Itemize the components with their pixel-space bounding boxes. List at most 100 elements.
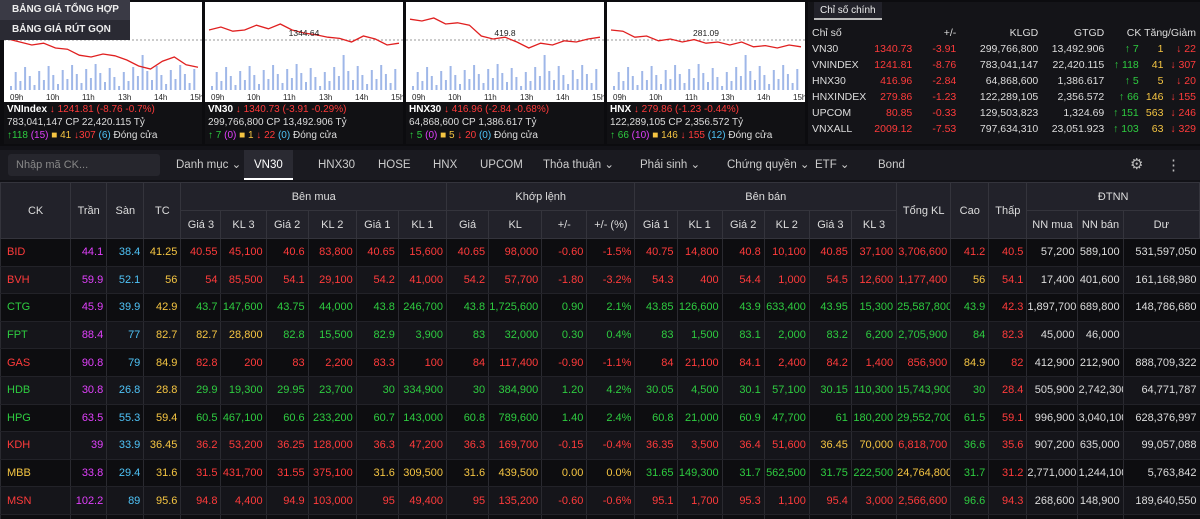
subheader-cell[interactable]: KL bbox=[488, 210, 543, 239]
stock-row[interactable]: BID 44.1 38.4 41.25 40.55 45,100 40.6 83,800 40.… bbox=[0, 238, 1200, 267]
subheader-cell[interactable]: +/- bbox=[541, 210, 588, 239]
decline-count: ↓307 bbox=[74, 130, 96, 141]
index-row[interactable]: UPCOM 80.85 -0.33 129,503,823 1,324.69 ↑ 151 5… bbox=[808, 105, 1200, 121]
tab-vn30[interactable]: VN30 bbox=[244, 150, 293, 180]
header-low[interactable]: Thấp bbox=[988, 182, 1028, 239]
header-floor[interactable]: Sàn bbox=[106, 182, 145, 239]
index-row[interactable]: VN30 1340.73 -3.91 299,766,800 13,492.906 ↑ 7… bbox=[808, 41, 1200, 57]
chart-1[interactable]: 1344.64 09h 10h 11h 13h 14h 15h VN30 ↓ 1340.73 … bbox=[205, 2, 403, 144]
more-options-icon[interactable]: ⋮ bbox=[1166, 156, 1181, 174]
stock-search-input[interactable]: Nhập mã CK... bbox=[8, 154, 160, 176]
settings-gear-icon[interactable]: ⚙ bbox=[1130, 157, 1146, 173]
stock-row[interactable]: HDB 30.8 26.8 28.8 29.9 19,300 29.95 23,700 30 33… bbox=[0, 376, 1200, 405]
tab-hnx30[interactable]: HNX30 bbox=[318, 150, 355, 180]
subheader-cell[interactable]: Giá 2 bbox=[721, 210, 765, 239]
stock-symbol[interactable]: MBB bbox=[0, 459, 71, 488]
stock-cell: 12,600 bbox=[850, 266, 897, 295]
stock-symbol[interactable]: BID bbox=[0, 238, 71, 267]
volume-bar bbox=[562, 75, 565, 90]
index-panel-title[interactable]: Chỉ số chính bbox=[814, 2, 882, 20]
subheader-cell[interactable]: NN bán bbox=[1077, 210, 1124, 239]
time-tick: 14h bbox=[154, 93, 167, 102]
subheader-cell[interactable]: Dư bbox=[1122, 210, 1200, 239]
stock-cell: 140.1 bbox=[265, 514, 309, 519]
tab-phái-sinh[interactable]: Phái sinh ⌄ bbox=[640, 150, 700, 180]
menu-item-compact-board[interactable]: BẢNG GIÁ RÚT GỌN bbox=[0, 20, 130, 40]
volume-bar bbox=[515, 77, 518, 90]
subheader-cell[interactable]: KL 2 bbox=[763, 210, 810, 239]
index-row[interactable]: VNXALL 2009.12 -7.53 797,634,310 23,051.923 ↑… bbox=[808, 121, 1200, 137]
subheader-cell[interactable]: KL 3 bbox=[220, 210, 267, 239]
volume-bar bbox=[366, 84, 369, 90]
index-row[interactable]: VNINDEX 1241.81 -8.76 783,041,147 22,420.115… bbox=[808, 57, 1200, 73]
time-tick: 13h bbox=[520, 93, 533, 102]
subheader-cell[interactable]: Giá 1 bbox=[355, 210, 399, 239]
chart-index-name: VN30 bbox=[208, 104, 234, 115]
stock-symbol[interactable]: FPT bbox=[0, 321, 71, 350]
volume-bar bbox=[777, 79, 780, 90]
chart-plot: 281.09 09h 10h 11h 13h 14h 15h bbox=[607, 28, 805, 102]
stock-cell: 3,040,100 bbox=[1077, 404, 1124, 433]
index-cell: 416.96 bbox=[880, 75, 913, 87]
tab-danh-mục[interactable]: Danh mục ⌄ bbox=[176, 150, 241, 180]
menu-item-full-board[interactable]: BẢNG GIÁ TỔNG HỢP bbox=[0, 0, 130, 20]
stock-row[interactable]: FPT 88.4 77 82.7 82.7 28,800 82.8 15,500 82.9 3,9… bbox=[0, 321, 1200, 350]
stock-row[interactable]: GAS 90.8 79 84.9 82.8 200 83 2,200 83.3 100 84 117,… bbox=[0, 348, 1200, 377]
tab-chứng-quyền[interactable]: Chứng quyền ⌄ bbox=[727, 150, 810, 180]
stock-row[interactable]: CTG 45.9 39.9 42.9 43.7 147,600 43.75 44,000 43.… bbox=[0, 293, 1200, 322]
tab-hose[interactable]: HOSE bbox=[378, 150, 411, 180]
index-row[interactable]: HNX30 416.96 -2.84 64,868,600 1,386.617 ↑ 5 5 ↓… bbox=[808, 73, 1200, 89]
chart-3[interactable]: 281.09 09h 10h 11h 13h 14h 15h HNX ↓ 279.86 (-1… bbox=[607, 2, 805, 144]
subheader-cell[interactable]: KL 1 bbox=[676, 210, 723, 239]
stock-cell: 40.65 bbox=[355, 238, 399, 267]
stock-cell: 30 bbox=[355, 376, 399, 405]
stock-row[interactable]: HPG 63.5 55.3 59.4 60.5 467,100 60.6 233,200 60.… bbox=[0, 404, 1200, 433]
stock-symbol[interactable]: HDB bbox=[0, 376, 71, 405]
subheader-cell[interactable]: KL 2 bbox=[307, 210, 357, 239]
stock-cell: 98,000 bbox=[488, 238, 542, 267]
decline-count: ↓ 22 bbox=[256, 130, 276, 141]
subheader-cell[interactable]: Giá 2 bbox=[265, 210, 309, 239]
stock-symbol[interactable]: MWG bbox=[0, 514, 71, 519]
header-ck[interactable]: CK bbox=[0, 182, 72, 239]
subheader-cell[interactable]: Giá 1 bbox=[634, 210, 678, 239]
stock-cell: 0.30 bbox=[541, 321, 587, 350]
tab-bond[interactable]: Bond bbox=[878, 150, 905, 180]
header-ceiling[interactable]: Trần bbox=[70, 182, 108, 239]
stock-row[interactable]: MSN 102.2 89 95.6 94.8 4,400 94.9 103,000 95 49,4… bbox=[0, 486, 1200, 515]
tab-hnx[interactable]: HNX bbox=[433, 150, 457, 180]
stock-symbol[interactable]: MSN bbox=[0, 486, 71, 515]
time-tick: 09h bbox=[10, 93, 23, 102]
header-reference[interactable]: TC bbox=[143, 182, 182, 239]
subheader-cell[interactable]: KL 1 bbox=[397, 210, 448, 239]
subheader-cell[interactable]: NN mua bbox=[1026, 210, 1079, 239]
stock-symbol[interactable]: CTG bbox=[0, 293, 71, 322]
header-total-volume[interactable]: Tổng KL bbox=[896, 182, 952, 239]
tab-etf[interactable]: ETF ⌄ bbox=[815, 150, 850, 180]
stock-cell: 2.4% bbox=[586, 404, 635, 433]
subheader-cell[interactable]: KL 3 bbox=[850, 210, 898, 239]
subheader-cell[interactable]: Giá 3 bbox=[180, 210, 222, 239]
stock-row[interactable]: KDH 39 33.9 36.45 36.2 53,200 36.25 128,000 36.3… bbox=[0, 431, 1200, 460]
stock-row[interactable]: MBB 33.8 29.4 31.6 31.5 431,700 31.55 375,100 31… bbox=[0, 459, 1200, 488]
stock-symbol[interactable]: HPG bbox=[0, 404, 71, 433]
volume-bar bbox=[631, 76, 634, 90]
stock-symbol[interactable]: BVH bbox=[0, 266, 71, 295]
stock-row[interactable]: MWG151.9132.114214025,700140.1400140.247… bbox=[0, 514, 1200, 519]
index-table: Chỉ số +/- KLGD GTGD CK Tăng/Giảm VN30 13… bbox=[808, 24, 1200, 137]
index-cell: 1 bbox=[1157, 43, 1164, 55]
tab-thỏa-thuận[interactable]: Thỏa thuận ⌄ bbox=[543, 150, 614, 180]
tab-upcom[interactable]: UPCOM bbox=[480, 150, 523, 180]
subheader-cell[interactable]: Giá 3 bbox=[808, 210, 852, 239]
chart-2[interactable]: 419.8 09h 10h 11h 13h 14h 15h HNX30 ↓ 416.96 (-… bbox=[406, 2, 604, 144]
stock-symbol[interactable]: GAS bbox=[0, 348, 71, 377]
volume-bar bbox=[253, 75, 256, 90]
stock-symbol[interactable]: KDH bbox=[0, 431, 71, 460]
chart-index-name: HNX bbox=[610, 104, 632, 115]
index-row[interactable]: HNXINDEX 279.86 -1.23 122,289,105 2,356.572 ↑… bbox=[808, 89, 1200, 105]
stock-row[interactable]: BVH 59.9 52.1 56 54 85,500 54.1 29,100 54.2 41,00… bbox=[0, 266, 1200, 295]
volume-bar bbox=[440, 71, 443, 90]
subheader-cell[interactable]: Giá bbox=[446, 210, 490, 239]
header-high[interactable]: Cao bbox=[950, 182, 990, 239]
subheader-cell[interactable]: +/- (%) bbox=[586, 210, 636, 239]
